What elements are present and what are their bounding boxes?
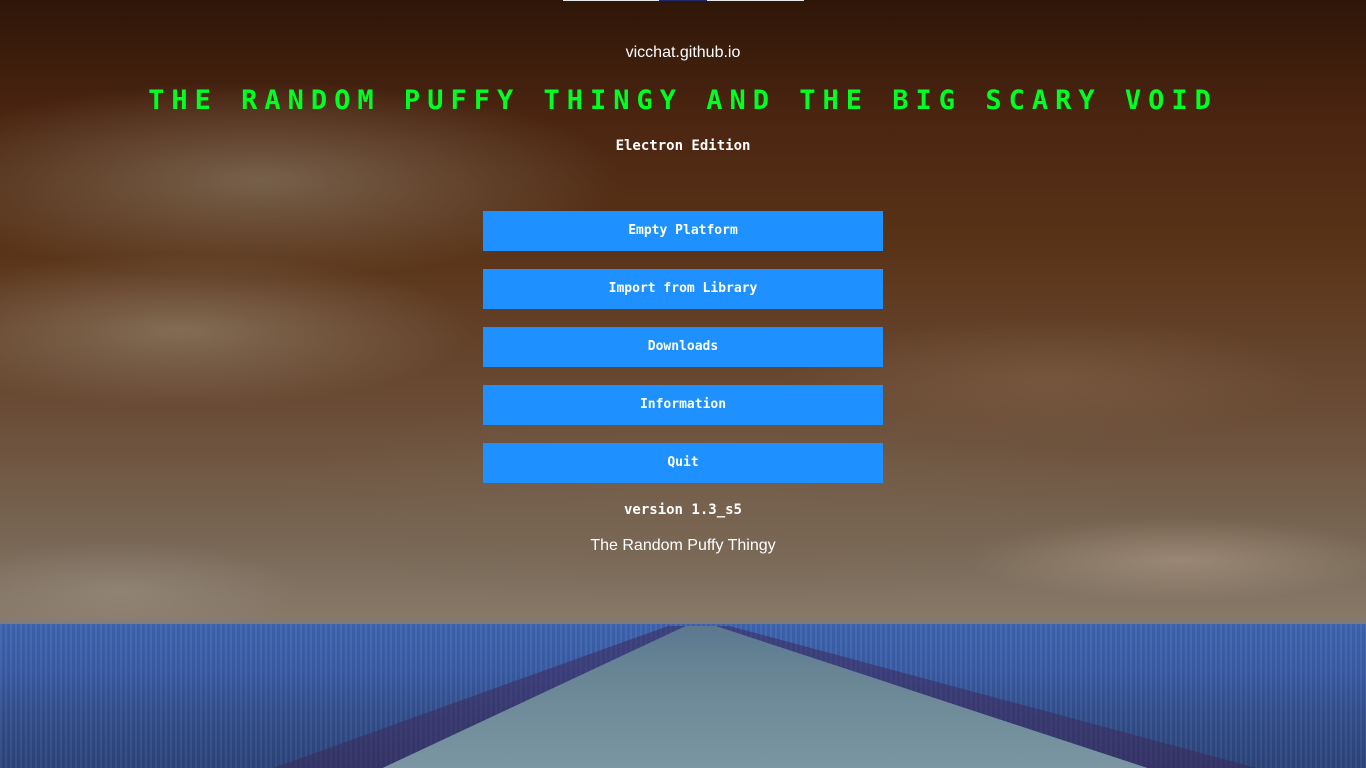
version-label: version 1.3_s5 xyxy=(623,502,742,518)
main-menu: Empty Platform Import from Library Downl… xyxy=(483,211,883,483)
import-from-library-button[interactable]: Import from Library xyxy=(483,269,883,309)
game-title: The Random Puffy Thingy and the Big Scar… xyxy=(148,85,1218,116)
top-strip-segment xyxy=(707,0,804,1)
top-strip-segment xyxy=(563,0,659,1)
empty-platform-button[interactable]: Empty Platform xyxy=(483,211,883,251)
edition-label: Electron Edition xyxy=(615,138,751,154)
site-link[interactable]: vicchat.github.io xyxy=(0,44,1366,62)
footer-name: The Random Puffy Thingy xyxy=(590,537,776,554)
quit-button[interactable]: Quit xyxy=(483,443,883,483)
top-strip-segment xyxy=(659,0,707,1)
downloads-button[interactable]: Downloads xyxy=(483,327,883,367)
top-tab-strip xyxy=(563,0,804,1)
information-button[interactable]: Information xyxy=(483,385,883,425)
